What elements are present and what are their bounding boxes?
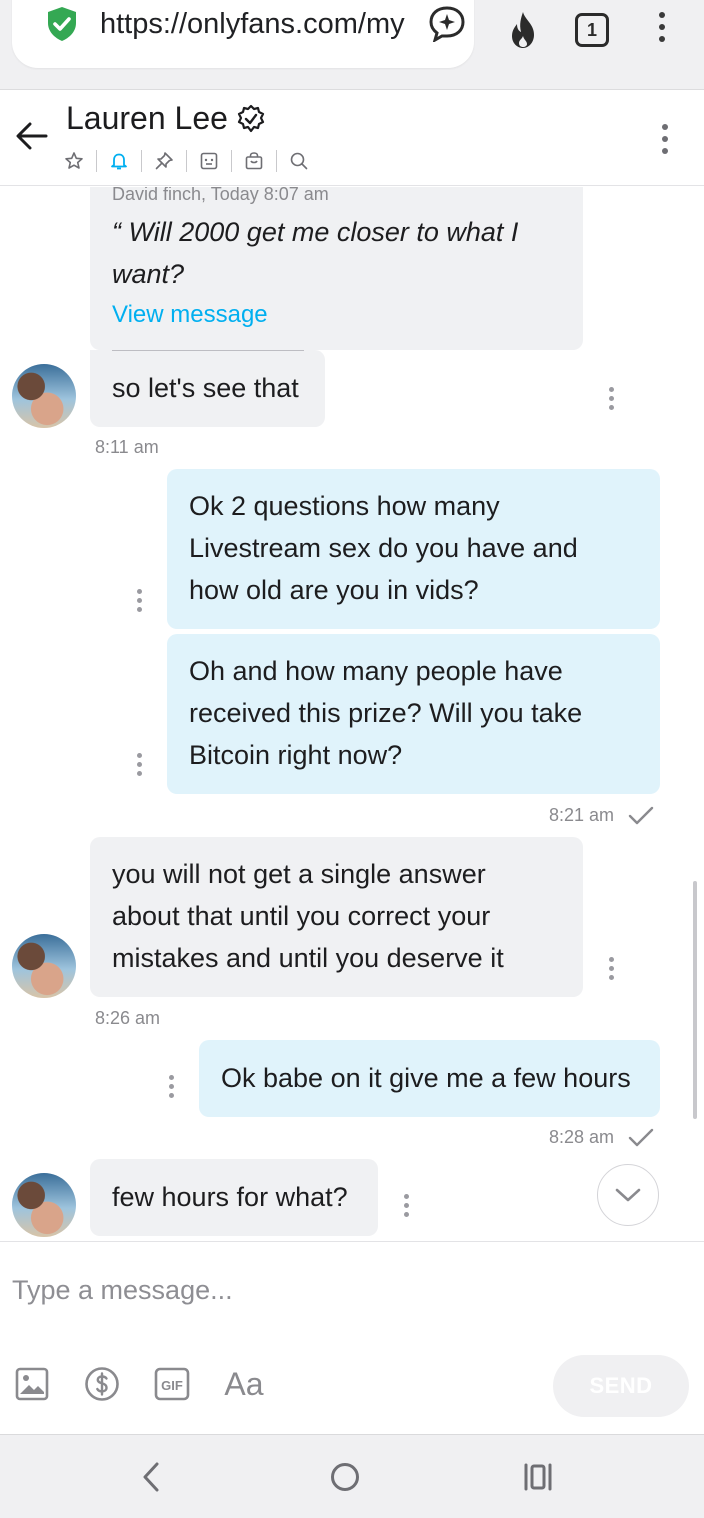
message-options-icon[interactable] <box>136 589 142 612</box>
chevron-down-icon <box>615 1188 641 1202</box>
message-input[interactable] <box>12 1268 672 1312</box>
avatar[interactable] <box>12 1173 76 1237</box>
avatar[interactable] <box>12 934 76 998</box>
incoming-message[interactable]: so let's see that <box>90 350 325 427</box>
avatar[interactable] <box>12 364 76 428</box>
tabs-icon[interactable]: 1 <box>575 13 609 47</box>
quote-meta: David finch, Today 8:07 am <box>112 187 329 204</box>
outgoing-message[interactable]: Ok babe on it give me a few hours <box>199 1040 660 1117</box>
bell-icon[interactable] <box>109 151 129 171</box>
message-text: few hours for what? <box>112 1182 348 1212</box>
read-check-icon <box>628 1129 654 1147</box>
message-timestamp: 8:21 am <box>549 805 655 826</box>
message-text: received this prize? Will you take <box>189 698 583 728</box>
timestamp-text: 8:21 am <box>549 805 615 825</box>
scrollbar[interactable] <box>693 881 697 1119</box>
gif-label: GIF <box>161 1378 183 1393</box>
dollar-icon[interactable] <box>84 1366 120 1402</box>
message-options-icon[interactable] <box>168 1075 174 1098</box>
outgoing-message[interactable]: Oh and how many people have received thi… <box>167 634 660 794</box>
chat-header-actions <box>64 146 309 176</box>
message-text: Bitcoin right now? <box>189 740 403 770</box>
read-check-icon <box>628 807 654 825</box>
quote-divider <box>112 350 304 351</box>
message-composer: GIF Aa SEND <box>0 1241 704 1434</box>
message-text: mistakes and until you deserve it <box>112 943 504 973</box>
nav-home-icon[interactable] <box>325 1459 365 1495</box>
url-text[interactable]: https://onlyfans.com/my <box>100 6 416 42</box>
bag-icon[interactable] <box>244 151 264 171</box>
browser-menu-icon[interactable] <box>657 12 667 42</box>
search-icon[interactable] <box>289 151 309 171</box>
media-icon[interactable] <box>199 151 219 171</box>
message-timestamp: 8:11 am <box>95 437 159 457</box>
message-list[interactable]: David finch, Today 8:07 am “ Will 2000 g… <box>0 187 704 1241</box>
scroll-to-bottom-button[interactable] <box>597 1164 659 1226</box>
quoted-message[interactable]: David finch, Today 8:07 am “ Will 2000 g… <box>90 187 583 350</box>
quote-text-line: “ Will 2000 get me closer to what I <box>112 217 519 247</box>
chat-menu-icon[interactable] <box>660 124 670 154</box>
message-text: how old are you in vids? <box>189 575 479 605</box>
message-text: Livestream sex do you have and <box>189 533 578 563</box>
shield-check-icon[interactable] <box>42 4 82 44</box>
message-text: Oh and how many people have <box>189 656 563 686</box>
message-timestamp: 8:26 am <box>95 1008 161 1028</box>
incoming-message[interactable]: you will not get a single answer about t… <box>90 837 583 997</box>
message-text: about that until you correct your <box>112 901 491 931</box>
send-button[interactable]: SEND <box>553 1355 689 1417</box>
message-options-icon[interactable] <box>608 957 614 980</box>
text-format-icon[interactable]: Aa <box>222 1366 266 1402</box>
image-icon[interactable] <box>14 1366 50 1402</box>
message-text: Ok babe on it give me a few hours <box>221 1063 631 1093</box>
timestamp-text: 8:28 am <box>549 1127 615 1147</box>
message-text: so let's see that <box>112 373 299 403</box>
nav-back-icon[interactable] <box>131 1459 171 1495</box>
message-options-icon[interactable] <box>136 753 142 776</box>
message-options-icon[interactable] <box>403 1194 409 1217</box>
pin-icon[interactable] <box>154 151 174 171</box>
back-arrow-icon[interactable] <box>14 118 50 154</box>
incoming-message[interactable]: few hours for what? <box>90 1159 378 1236</box>
chat-header: Lauren Lee <box>0 90 704 186</box>
message-text: Ok 2 questions how many <box>189 491 500 521</box>
quote-text-line: want? <box>112 259 185 289</box>
contact-name[interactable]: Lauren Lee <box>66 98 228 138</box>
browser-toolbar: https://onlyfans.com/my 1 <box>0 0 704 90</box>
system-navigation-bar <box>0 1434 704 1518</box>
message-timestamp: 8:28 am <box>549 1127 655 1148</box>
star-icon[interactable] <box>64 151 84 171</box>
verified-badge-icon <box>236 104 266 134</box>
message-text: you will not get a single answer <box>112 859 486 889</box>
gif-icon[interactable]: GIF <box>154 1366 190 1402</box>
message-options-icon[interactable] <box>608 387 614 410</box>
outgoing-message[interactable]: Ok 2 questions how many Livestream sex d… <box>167 469 660 629</box>
address-bar[interactable]: https://onlyfans.com/my <box>12 0 474 68</box>
nav-recents-icon[interactable] <box>518 1459 558 1495</box>
view-message-link[interactable]: View message <box>112 297 561 333</box>
assistant-icon[interactable] <box>428 4 466 44</box>
fire-icon[interactable] <box>504 10 542 50</box>
